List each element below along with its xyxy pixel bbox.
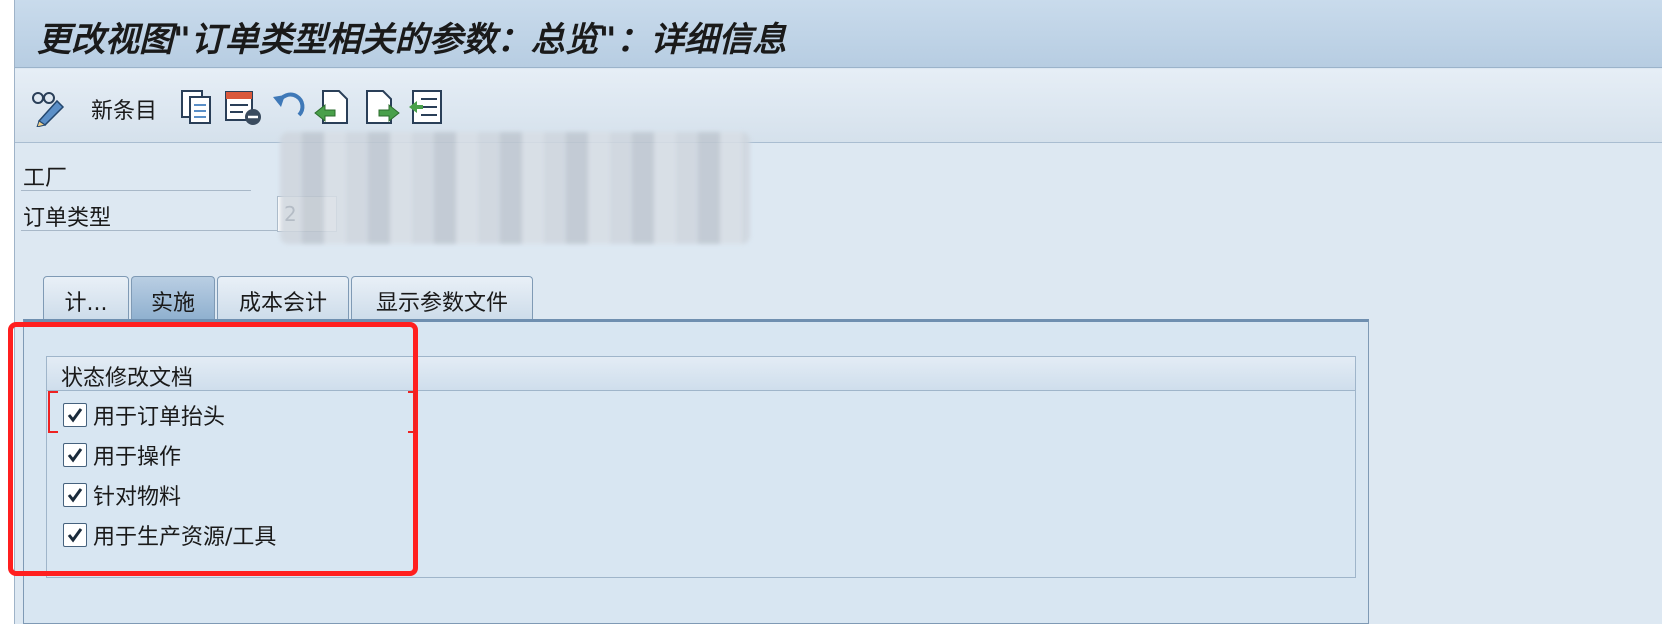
- focus-bracket-right: [408, 391, 416, 433]
- delete-icon[interactable]: [223, 87, 263, 127]
- checkmark-icon: [67, 528, 83, 543]
- checkmark-icon: [67, 488, 83, 503]
- order-type-label: 订单类型: [23, 206, 112, 231]
- checkbox-box[interactable]: [63, 403, 87, 427]
- tab-display-profile-label: 显示参数文件: [375, 291, 508, 316]
- display-change-icon[interactable]: [29, 87, 69, 127]
- group-title: 状态修改文档: [47, 357, 1355, 391]
- tab-planning-label: 计...: [64, 291, 108, 316]
- checkmark-icon: [67, 448, 83, 463]
- new-entry-button[interactable]: 新条目: [91, 93, 157, 125]
- copy-icon[interactable]: [179, 87, 215, 127]
- order-type-underline: [21, 230, 277, 231]
- checkbox-order-header[interactable]: 用于订单抬头: [63, 399, 225, 431]
- sap-window: 更改视图"订单类型相关的参数：总览"：详细信息 新条目 工厂 订单类型 计...…: [14, 0, 1662, 624]
- focus-bracket-left: [48, 391, 58, 433]
- status-change-docs-group: 状态修改文档 用于订单抬头 用于操作 针对物料 用于生产资源/工具: [46, 356, 1356, 578]
- checkbox-prt[interactable]: 用于生产资源/工具: [63, 519, 276, 551]
- checkbox-box[interactable]: [63, 443, 87, 467]
- tab-cost-accounting[interactable]: 成本会计: [217, 276, 349, 320]
- tab-planning[interactable]: 计...: [43, 276, 129, 320]
- plant-underline: [21, 190, 251, 191]
- toolbar: 新条目: [15, 69, 1662, 143]
- tab-display-profile[interactable]: 显示参数文件: [351, 276, 533, 320]
- title-bar: 更改视图"订单类型相关的参数：总览"：详细信息: [15, 0, 1662, 68]
- checkbox-label: 用于订单抬头: [93, 405, 226, 430]
- checkmark-icon: [67, 408, 83, 423]
- tab-execution[interactable]: 实施: [131, 276, 215, 320]
- checkbox-label: 用于生产资源/工具: [93, 525, 277, 550]
- undo-icon[interactable]: [269, 87, 309, 127]
- checkbox-operations[interactable]: 用于操作: [63, 439, 181, 471]
- redacted-area: [280, 132, 750, 244]
- previous-entry-icon[interactable]: [313, 87, 353, 127]
- window-title: 更改视图"订单类型相关的参数：总览"：详细信息: [37, 20, 787, 60]
- checkbox-box[interactable]: [63, 523, 87, 547]
- tab-panel: 状态修改文档 用于订单抬头 用于操作 针对物料 用于生产资源/工具: [23, 319, 1369, 624]
- tab-cost-accounting-label: 成本会计: [238, 291, 327, 316]
- checkbox-label: 用于操作: [93, 445, 182, 470]
- checkbox-material[interactable]: 针对物料: [63, 479, 181, 511]
- tab-execution-label: 实施: [150, 291, 195, 316]
- checkbox-label: 针对物料: [93, 485, 182, 510]
- next-entry-icon[interactable]: [361, 87, 401, 127]
- select-block-icon[interactable]: [407, 87, 447, 127]
- checkbox-box[interactable]: [63, 483, 87, 507]
- plant-label: 工厂: [23, 166, 68, 191]
